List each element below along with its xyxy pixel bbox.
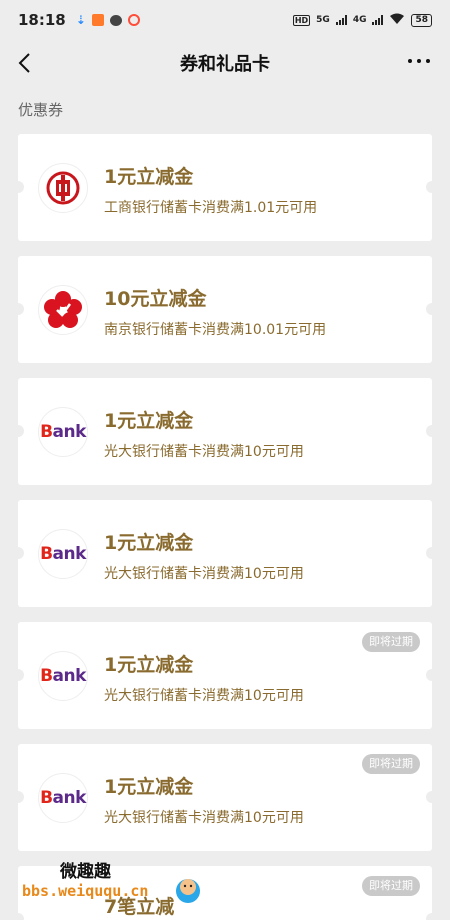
coupon-amount: 1元立减金 xyxy=(104,532,194,554)
cebbank-logo: Bank xyxy=(38,407,88,457)
bank-logo-text: Bank xyxy=(40,544,86,564)
bank-logo-text: Bank xyxy=(40,422,86,442)
coupon-card[interactable]: 10元立减金 南京银行储蓄卡消费满10.01元可用 xyxy=(12,256,438,363)
bank-logo-text: Bank xyxy=(40,788,86,808)
nav-header: 券和礼品卡 xyxy=(0,40,450,86)
cebbank-logo: Bank xyxy=(38,529,88,579)
watermark-url: bbs.weiququ.cn xyxy=(22,882,149,900)
app-notification-icon xyxy=(91,14,104,26)
mascot-icon xyxy=(176,879,200,903)
coupon-info: 1元立减金 工商银行储蓄卡消费满1.01元可用 xyxy=(104,162,317,217)
more-dot-icon xyxy=(426,59,430,63)
coupon-card[interactable]: Bank 1元立减金 光大银行储蓄卡消费满10元可用 xyxy=(12,378,438,485)
network-label-2: 4G xyxy=(352,15,367,25)
wifi-icon xyxy=(389,13,405,28)
more-dot-icon xyxy=(408,59,412,63)
coupon-card[interactable]: 即将过期 Bank 1元立减金 光大银行储蓄卡消费满10元可用 xyxy=(12,744,438,851)
more-options-button[interactable] xyxy=(408,56,430,66)
battery-icon: 58 xyxy=(411,13,432,27)
expiring-badge: 即将过期 xyxy=(362,632,420,652)
coupon-description: 南京银行储蓄卡消费满10.01元可用 xyxy=(104,322,327,338)
coupon-description: 光大银行储蓄卡消费满10元可用 xyxy=(104,566,304,582)
icbc-logo-icon xyxy=(46,171,80,205)
chat-icon xyxy=(109,14,122,26)
network-label-1: 5G xyxy=(316,15,330,25)
signal-icon-2 xyxy=(372,15,384,25)
page-title: 券和礼品卡 xyxy=(180,54,270,75)
expiring-badge: 即将过期 xyxy=(362,754,420,774)
hd-icon: HD xyxy=(292,14,311,26)
signal-icon xyxy=(335,15,347,25)
notification-icons: ⇣ xyxy=(76,13,140,27)
ring-icon xyxy=(127,14,140,26)
coupon-card[interactable]: Bank 1元立减金 光大银行储蓄卡消费满10元可用 xyxy=(12,500,438,607)
expiring-badge: 即将过期 xyxy=(362,876,420,896)
plum-flower-logo-icon xyxy=(44,291,82,328)
coupon-info: 1元立减金 光大银行储蓄卡消费满10元可用 xyxy=(104,650,304,705)
coupon-description: 光大银行储蓄卡消费满10元可用 xyxy=(104,810,304,826)
nanjing-bank-logo xyxy=(38,285,88,335)
coupon-info: 1元立减金 光大银行储蓄卡消费满10元可用 xyxy=(104,772,304,827)
icbc-logo xyxy=(38,163,88,213)
watermark-title: 微趣趣 xyxy=(60,862,111,882)
coupon-description: 光大银行储蓄卡消费满10元可用 xyxy=(104,688,304,704)
site-watermark: 微趣趣 bbs.weiququ.cn xyxy=(22,855,202,915)
status-time: 18:18 xyxy=(18,11,66,29)
cebbank-logo: Bank xyxy=(38,773,88,823)
coupon-amount: 1元立减金 xyxy=(104,410,194,432)
download-icon: ⇣ xyxy=(75,13,86,27)
coupon-info: 1元立减金 光大银行储蓄卡消费满10元可用 xyxy=(104,528,304,583)
cebbank-logo: Bank xyxy=(38,651,88,701)
back-arrow-icon xyxy=(18,53,30,73)
coupon-info: 1元立减金 光大银行储蓄卡消费满10元可用 xyxy=(104,406,304,461)
back-button[interactable] xyxy=(14,51,38,75)
coupon-amount: 1元立减金 xyxy=(104,654,194,676)
more-dot-icon xyxy=(417,59,421,63)
coupon-description: 工商银行储蓄卡消费满1.01元可用 xyxy=(104,200,318,216)
coupon-amount: 10元立减金 xyxy=(104,288,207,310)
coupon-card[interactable]: 1元立减金 工商银行储蓄卡消费满1.01元可用 xyxy=(12,134,438,241)
bank-logo-text: Bank xyxy=(40,666,86,686)
coupon-amount: 1元立减金 xyxy=(104,776,194,798)
coupon-list: 1元立减金 工商银行储蓄卡消费满1.01元可用 10元立减金 南京银行储蓄卡消费… xyxy=(12,134,438,920)
coupon-card[interactable]: 即将过期 Bank 1元立减金 光大银行储蓄卡消费满10元可用 xyxy=(12,622,438,729)
section-title: 优惠券 xyxy=(18,101,64,119)
system-icons: HD 5G 4G 58 xyxy=(292,13,432,28)
coupon-info: 10元立减金 南京银行储蓄卡消费满10.01元可用 xyxy=(104,284,326,339)
coupon-amount: 1元立减金 xyxy=(104,166,194,188)
coupon-description: 光大银行储蓄卡消费满10元可用 xyxy=(104,444,304,460)
status-bar: 18:18 ⇣ HD 5G 4G 58 xyxy=(0,0,450,40)
